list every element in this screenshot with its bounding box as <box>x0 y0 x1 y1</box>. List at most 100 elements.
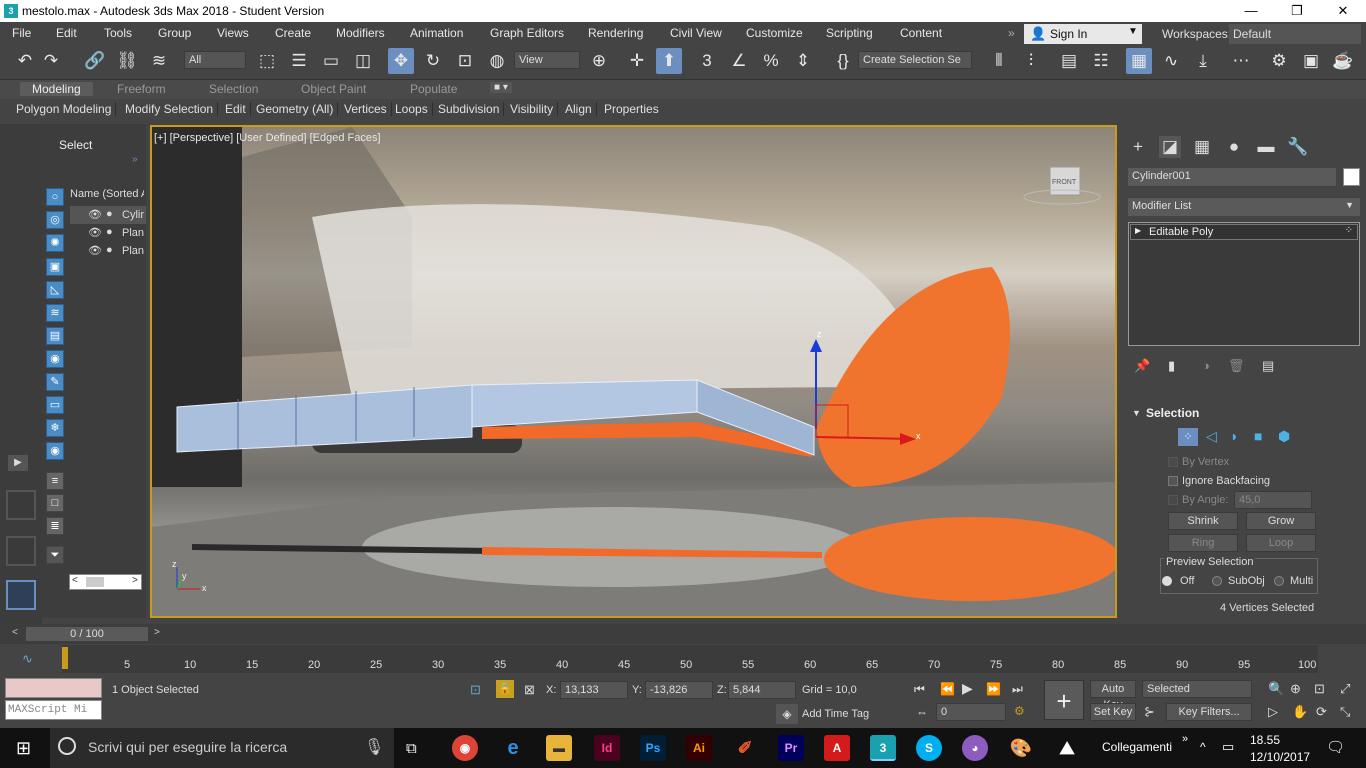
make-unique-icon[interactable]: ◑ <box>1202 358 1210 373</box>
bind-space-warp-icon[interactable]: ≋ <box>146 48 172 74</box>
eye-icon[interactable]: 👁 <box>88 208 102 221</box>
zoom-all-icon[interactable]: ⊕ <box>1290 681 1301 697</box>
eye-icon[interactable]: 👁 <box>88 244 102 257</box>
align-icon[interactable]: ⫶ <box>1018 48 1044 74</box>
menu-scripting[interactable]: Scripting <box>826 26 873 40</box>
toolbar-links-label[interactable]: Collegamenti <box>1102 740 1172 754</box>
redo-icon[interactable]: ↷ <box>38 48 64 74</box>
menu-tools[interactable]: Tools <box>104 26 132 40</box>
configure-sets-icon[interactable]: ▤ <box>1262 358 1274 374</box>
add-time-tag-label[interactable]: Add Time Tag <box>802 708 869 720</box>
display-spacewarps-icon[interactable]: ≋ <box>46 304 64 322</box>
task-view-icon[interactable]: ⧉ <box>406 740 417 757</box>
collapse-icon[interactable]: » <box>132 154 138 165</box>
scroll-right-icon[interactable]: > <box>132 575 138 586</box>
ribbon-geometry[interactable]: Geometry (All) <box>252 102 339 116</box>
vertex-mode-icon[interactable]: ⁘ <box>1178 428 1198 446</box>
object-color-swatch[interactable] <box>1343 168 1360 186</box>
microphone-icon[interactable]: 🎙 <box>364 737 384 757</box>
utilities-tab-icon[interactable]: 🔧 <box>1287 136 1309 158</box>
viewcube-label[interactable]: FRONT <box>1052 179 1076 186</box>
maximize-viewport-icon[interactable]: ⤡ <box>1340 704 1350 720</box>
clock-date[interactable]: 12/10/2017 <box>1250 750 1310 764</box>
edge-mode-icon[interactable]: ◁ <box>1206 428 1217 445</box>
ribbon-vertices[interactable]: Vertices <box>340 102 392 116</box>
loop-button[interactable]: Loop <box>1246 534 1316 552</box>
menu-overflow-icon[interactable]: » <box>1008 26 1015 40</box>
menu-create[interactable]: Create <box>275 26 311 40</box>
percent-snap-icon[interactable]: % <box>758 48 784 74</box>
preview-off-radio[interactable] <box>1162 576 1172 586</box>
time-configuration-icon[interactable]: ⚙ <box>1014 704 1025 718</box>
window-crossing-icon[interactable]: ◫ <box>350 48 376 74</box>
photos-icon[interactable]: ⛰ <box>1054 735 1080 761</box>
mirror-icon[interactable]: ⫴ <box>986 48 1012 74</box>
eye-icon[interactable]: 👁 <box>88 226 102 239</box>
expand-arrow-icon[interactable]: ▶ <box>8 455 28 471</box>
scroll-thumb[interactable] <box>86 577 104 587</box>
render-toggle-icon[interactable]: ● <box>106 208 113 220</box>
prev-frame-icon[interactable]: < <box>12 627 18 638</box>
acrobat-icon[interactable]: A <box>824 735 850 761</box>
current-frame-field[interactable]: 0 <box>936 703 1006 721</box>
selection-region-icon[interactable]: ▭ <box>318 48 344 74</box>
ribbon-loops[interactable]: Loops <box>391 102 433 116</box>
rollout-collapse-icon[interactable]: ▼ <box>1132 408 1141 418</box>
workspaces-select[interactable]: Default <box>1229 24 1361 44</box>
edit-named-selection-icon[interactable]: {} <box>830 48 856 74</box>
zoom-extents-icon[interactable]: ⊡ <box>1314 681 1325 697</box>
file-explorer-icon[interactable]: ▬ <box>546 735 572 761</box>
modify-tab-icon[interactable]: ◪ <box>1159 136 1181 158</box>
hierarchy-tab-icon[interactable]: ▦ <box>1191 136 1213 158</box>
goto-end-icon[interactable]: ⏭ <box>1012 682 1023 697</box>
display-tab-icon[interactable]: ▬ <box>1255 136 1277 158</box>
preview-multi-radio[interactable] <box>1274 576 1284 586</box>
motion-tab-icon[interactable]: ● <box>1223 136 1245 158</box>
column-header-name[interactable]: Name (Sorted A <box>70 188 144 200</box>
ribbon-edit[interactable]: Edit <box>221 102 251 116</box>
display-shapes-icon[interactable]: ◎ <box>46 211 64 229</box>
ribbon-options-icon[interactable]: ■ ▾ <box>490 82 512 93</box>
stack-options-icon[interactable]: ⁘ <box>1345 225 1353 236</box>
set-key-button[interactable]: Set Key <box>1090 703 1136 721</box>
display-bones-icon[interactable]: ✎ <box>46 373 64 391</box>
tab-modeling[interactable]: Modeling <box>20 82 93 96</box>
display-geometry-icon[interactable]: ○ <box>46 188 64 206</box>
prev-key-icon[interactable]: ⏪ <box>940 682 955 696</box>
layer-explorer-icon[interactable]: ☷ <box>1088 48 1114 74</box>
select-manipulate-icon[interactable]: ✛ <box>624 48 650 74</box>
ribbon-visibility[interactable]: Visibility <box>506 102 559 116</box>
display-cameras-icon[interactable]: ▣ <box>46 258 64 276</box>
modifier-list-dropdown[interactable]: Modifier List ▼ <box>1128 198 1360 216</box>
zoom-icon[interactable]: 🔍 <box>1268 681 1284 697</box>
next-frame-icon[interactable]: > <box>154 627 160 638</box>
tab-freeform[interactable]: Freeform <box>117 82 166 96</box>
display-invert-icon[interactable]: ≣ <box>46 517 64 535</box>
ignore-backfacing-checkbox[interactable] <box>1168 476 1178 486</box>
menu-graph-editors[interactable]: Graph Editors <box>490 26 564 40</box>
curve-editor-icon[interactable]: ∿ <box>1158 48 1184 74</box>
selection-rollout-title[interactable]: Selection <box>1146 406 1199 420</box>
maxscript-listener-output[interactable] <box>5 678 102 698</box>
pivot-center-icon[interactable]: ⊕ <box>586 48 612 74</box>
scene-explorer-icon[interactable]: ▤ <box>1056 48 1082 74</box>
orbit-icon[interactable]: ⟳ <box>1316 704 1327 720</box>
list-item[interactable]: 👁 ● Cylir <box>70 206 146 224</box>
windows-start-icon[interactable]: ⊞ <box>16 738 31 759</box>
paint-palette-icon[interactable]: 🎨 <box>1008 735 1034 761</box>
selection-lock-icon[interactable]: 🔒 <box>496 680 514 698</box>
angle-spinner[interactable]: 45,0 <box>1234 491 1312 509</box>
pan-icon[interactable]: ✋ <box>1292 704 1308 720</box>
menu-civil-view[interactable]: Civil View <box>670 26 722 40</box>
key-filter-icon[interactable]: ⊱ <box>1144 704 1155 720</box>
reference-coordinate-dropdown[interactable]: View <box>514 51 580 69</box>
network-icon[interactable]: ▭ <box>1222 739 1234 755</box>
select-scale-icon[interactable]: ⊡ <box>452 48 478 74</box>
render-toggle-icon[interactable]: ● <box>106 244 113 256</box>
time-slider[interactable]: 0 / 100 <box>26 627 148 641</box>
remove-modifier-icon[interactable]: 🗑 <box>1228 358 1245 374</box>
viewport-layout-single-icon[interactable] <box>6 490 36 520</box>
by-vertex-checkbox[interactable] <box>1168 457 1178 467</box>
display-frozen-icon[interactable]: ❄ <box>46 419 64 437</box>
viewport-layout-quad-icon[interactable] <box>6 536 36 566</box>
